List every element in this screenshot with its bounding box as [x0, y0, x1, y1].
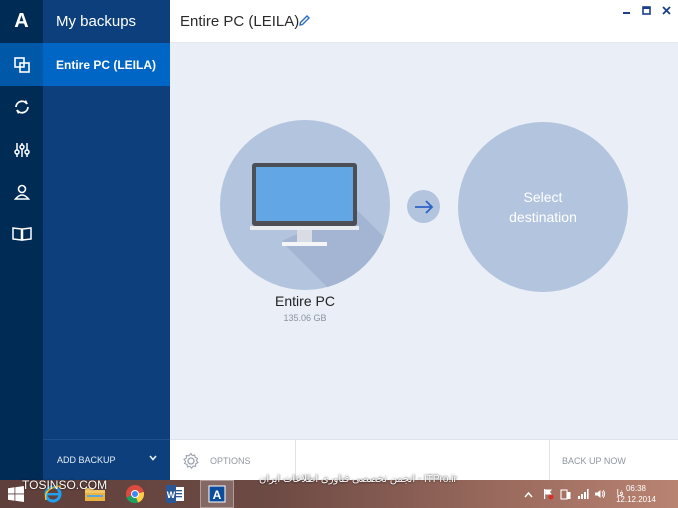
select-destination-button[interactable]: Select destination — [458, 122, 628, 292]
tools-icon — [13, 142, 30, 157]
watermark-left: TOSINSO.COM — [22, 478, 108, 492]
backup-item-entire-pc[interactable]: Entire PC (LEILA) — [43, 43, 170, 86]
nav-backups-button[interactable] — [0, 43, 43, 86]
source-name: Entire PC — [275, 293, 335, 309]
pencil-icon[interactable] — [298, 14, 311, 27]
nav-help-button[interactable] — [0, 212, 43, 255]
arrow-right-icon — [414, 199, 433, 214]
nav-tools-button[interactable] — [0, 128, 43, 171]
app-logo: A — [14, 10, 29, 32]
add-backup-label: ADD BACKUP — [57, 455, 116, 465]
monitor-icon — [250, 163, 390, 290]
tray-security-button[interactable] — [541, 488, 555, 500]
backups-panel: My backups Entire PC (LEILA) ADD BACKUP — [43, 0, 170, 480]
watermark-center: ITPro.ir - انجمن تخصصی فناوری اطلاعات ای… — [259, 474, 457, 485]
taskbar-acronis-active[interactable]: A — [200, 480, 234, 508]
maximize-button[interactable] — [639, 4, 653, 16]
back-up-now-label: BACK UP NOW — [562, 455, 626, 466]
account-icon — [13, 184, 30, 200]
tray-device-button[interactable] — [559, 488, 573, 500]
back-up-now-button[interactable]: BACK UP NOW — [549, 440, 678, 481]
backups-icon — [13, 56, 30, 73]
close-button[interactable] — [659, 4, 673, 16]
svg-text:A: A — [213, 488, 222, 502]
volume-icon — [595, 489, 606, 499]
nav-rail: A — [0, 0, 43, 480]
minimize-icon — [622, 11, 630, 14]
tray-volume-button[interactable] — [593, 488, 607, 500]
source-size: 135.06 GB — [283, 313, 327, 323]
backup-source-button[interactable] — [220, 120, 390, 290]
options-label: OPTIONS — [210, 455, 251, 466]
clock-date: 12.12.2014 — [615, 495, 656, 504]
taskbar-chrome[interactable] — [120, 480, 150, 508]
maximize-icon — [641, 5, 651, 15]
panel-title: My backups — [56, 13, 137, 30]
network-signal-icon — [578, 489, 589, 499]
word-icon: W — [166, 485, 184, 503]
nav-account-button[interactable] — [0, 170, 43, 213]
tray-show-hidden-button[interactable] — [522, 488, 534, 500]
gear-icon — [183, 452, 199, 469]
minimize-button[interactable] — [619, 4, 633, 16]
tray-clock[interactable]: 06:38 12.12.2014 — [616, 483, 656, 505]
nav-sync-button[interactable] — [0, 85, 43, 128]
header: Entire PC (LEILA) — [170, 0, 678, 43]
add-backup-button[interactable]: ADD BACKUP — [43, 439, 170, 480]
tray-network-button[interactable] — [576, 488, 590, 500]
taskbar-word[interactable]: W — [160, 480, 190, 508]
main-content: Entire PC 135.06 GB Select destination — [170, 43, 678, 439]
close-icon — [661, 5, 671, 15]
help-book-icon — [11, 226, 32, 241]
arrow-connector — [407, 190, 440, 223]
clock-time: 06:38 — [625, 484, 646, 493]
chevron-down-icon[interactable] — [148, 453, 158, 463]
acronis-icon: A — [208, 485, 226, 503]
flag-alert-icon — [544, 489, 554, 500]
svg-text:W: W — [167, 490, 176, 500]
chevron-up-icon — [523, 491, 533, 497]
chrome-icon — [126, 485, 145, 504]
device-icon — [560, 489, 571, 500]
backup-item-label: Entire PC (LEILA) — [56, 57, 157, 72]
select-destination-label: Select destination — [509, 189, 577, 225]
backup-name-title: Entire PC (LEILA) — [180, 13, 300, 30]
sync-icon — [14, 99, 29, 114]
